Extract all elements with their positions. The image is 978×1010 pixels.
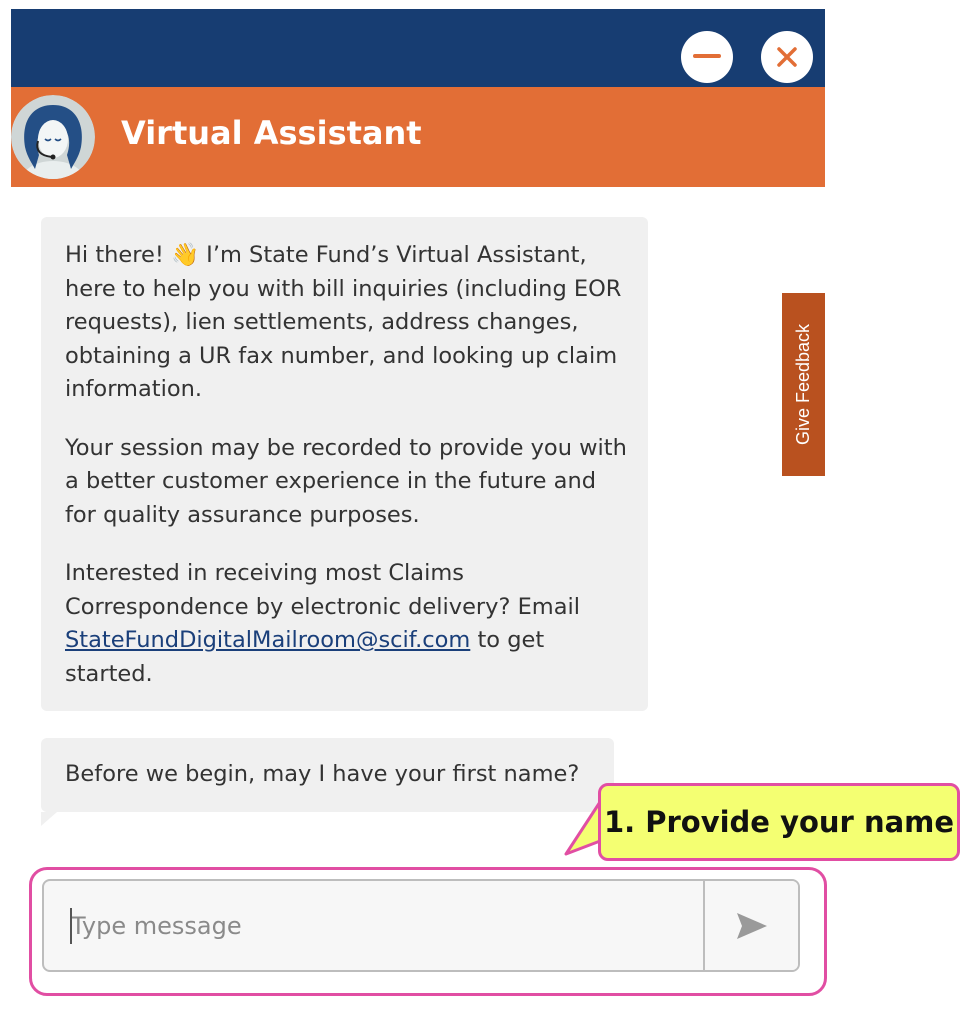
message-composer [42, 879, 800, 972]
message-text: Interested in receiving most Claims Corr… [65, 560, 581, 620]
message-paragraph: Interested in receiving most Claims Corr… [65, 557, 628, 691]
assistant-avatar [11, 95, 95, 179]
assistant-question-message: Before we begin, may I have your first n… [41, 738, 614, 826]
send-arrow-icon [736, 912, 767, 939]
give-feedback-label: Give Feedback [793, 323, 813, 446]
text-cursor [70, 908, 72, 944]
chat-widget: Virtual Assistant Hi there! 👋 I’m State … [0, 0, 978, 1010]
message-input[interactable] [44, 881, 703, 970]
message-paragraph: Hi there! 👋 I’m State Fund’s Virtual Ass… [65, 242, 622, 402]
close-icon [777, 47, 797, 67]
bubble-tail [41, 812, 57, 826]
chat-header: Virtual Assistant [11, 87, 825, 187]
callout-text: 1. Provide your name [603, 805, 955, 839]
minus-icon [693, 54, 721, 58]
message-text: Before we begin, may I have your first n… [65, 761, 580, 787]
assistant-message: Hi there! 👋 I’m State Fund’s Virtual Ass… [41, 217, 648, 711]
send-button[interactable] [703, 881, 798, 970]
close-button[interactable] [761, 31, 813, 83]
instruction-callout: 1. Provide your name [598, 783, 960, 861]
window-title-bar [11, 9, 825, 89]
give-feedback-tab[interactable]: Give Feedback [782, 293, 825, 476]
minimize-button[interactable] [681, 31, 733, 83]
message-paragraph: Your session may be recorded to provide … [65, 434, 627, 528]
assistant-avatar-icon [11, 95, 95, 179]
email-link[interactable]: StateFundDigitalMailroom@scif.com [65, 627, 470, 653]
chat-title: Virtual Assistant [121, 114, 422, 152]
